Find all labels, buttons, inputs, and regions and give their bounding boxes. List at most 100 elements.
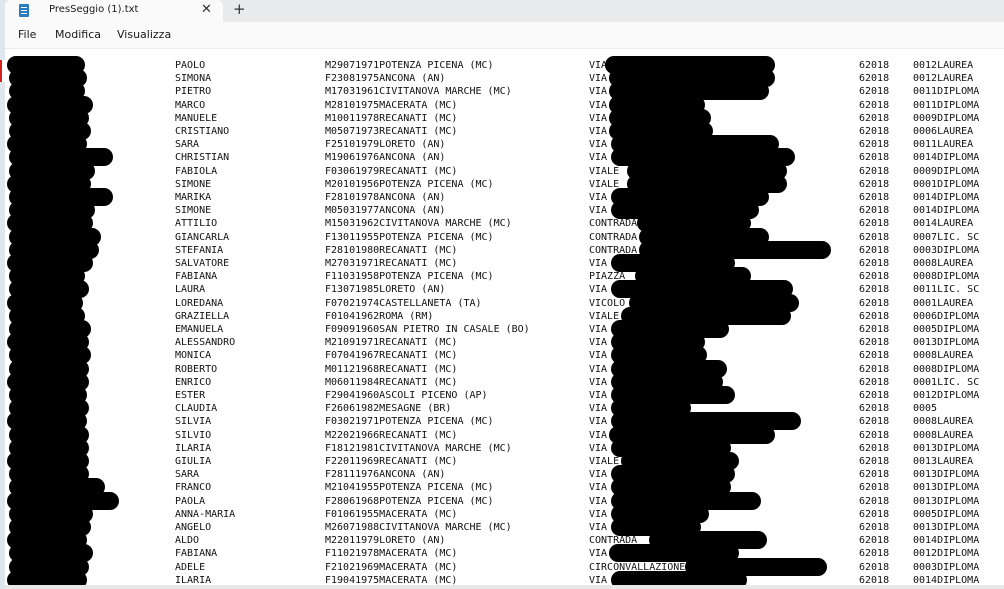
code-birth-cell: M05031977ANCONA (AN) [325, 205, 446, 217]
code-birth-cell: F03021971POTENZA PICENA (MC) [325, 416, 494, 428]
new-tab-icon[interactable]: + [233, 0, 246, 18]
cap-cell: 62018 [859, 456, 890, 467]
code-degree-cell: 0014DIPLOMA [913, 535, 980, 547]
code-birth-cell: F23081975ANCONA (AN) [325, 73, 446, 85]
street-type-cell: VIA [589, 324, 608, 335]
name-cell: LOREDANA [175, 297, 224, 309]
list-item: ALDO M22011979LORETO (AN) CONTRADA 62018 001… [5, 534, 1004, 547]
list-item: FRANCO M21041955POTENZA PICENA (MC) VIA 620… [5, 481, 1004, 494]
menu-visualizza[interactable]: Visualizza [117, 28, 171, 41]
name-cell: ENRICO [175, 376, 212, 388]
list-item: ESTER F29041960ASCOLI PICENO (AP) VIA 62018… [5, 389, 1004, 402]
list-item: SALVATORE M27031971RECANATI (MC) VIA 62018 0… [5, 257, 1004, 270]
code-degree-cell: 0014DIPLOMA [913, 205, 980, 217]
code-birth-cell: M22021966RECANATI (MC) [325, 429, 458, 441]
code-birth-cell: M15031962CIVITANOVA MARCHE (MC) [325, 218, 512, 230]
code-birth-cell: M28101975MACERATA (MC) [325, 99, 458, 111]
street-type-cell: VIA [589, 337, 608, 349]
code-birth-cell: F03061979RECANATI (MC) [325, 165, 458, 177]
list-item: SILVIA F03021971POTENZA PICENA (MC) VIA 620… [5, 415, 1004, 428]
list-item: ADELE F21021969MACERATA (MC) CIRCONVALLAZI… [5, 561, 1004, 574]
code-degree-cell: 0001DIPLOMA [913, 178, 980, 190]
name-cell: CRISTIANO [175, 126, 230, 137]
cap-cell: 62018 [859, 469, 890, 481]
name-cell: MARCO [175, 99, 206, 111]
name-cell: CHRISTIAN [175, 152, 230, 164]
text-editor[interactable]: PAOLO M29071971POTENZA PICENA (MC) VIA 6201… [5, 49, 1004, 589]
list-item: CHRISTIAN M19061976ANCONA (AN) VIA 62018 001… [5, 151, 1004, 164]
list-item: SIMONE M20101956POTENZA PICENA (MC) VIALE 6… [5, 178, 1004, 191]
code-degree-cell: 0013LAUREA [913, 456, 974, 467]
name-cell: STEFANIA [175, 244, 224, 256]
menu-modifica[interactable]: Modifica [55, 28, 101, 41]
code-degree-cell: 0011LAUREA [913, 139, 974, 151]
street-type-cell: VIA [589, 548, 608, 560]
horizontal-scrollbar[interactable] [5, 585, 1004, 589]
code-birth-cell: F13011955POTENZA PICENA (MC) [325, 231, 494, 243]
name-cell: ANGELO [175, 522, 212, 533]
code-birth-cell: F07021974CASTELLANETA (TA) [325, 297, 482, 309]
street-type-cell: VIA [589, 363, 608, 375]
code-birth-cell: F09091960SAN PIETRO IN CASALE (BO) [325, 324, 530, 335]
list-item: ENRICO M06011984RECANATI (MC) VIA 62018 0001… [5, 376, 1004, 389]
cap-cell: 62018 [859, 297, 890, 309]
street-type-cell: VIA [589, 152, 608, 164]
code-degree-cell: 0013DIPLOMA [913, 495, 980, 507]
list-item: MONICA F07041967RECANATI (MC) VIA 62018 0008… [5, 349, 1004, 362]
cap-cell: 62018 [859, 152, 890, 164]
code-birth-cell: M21041955POTENZA PICENA (MC) [325, 482, 494, 494]
code-birth-cell: M26071988CIVITANOVA MARCHE (MC) [325, 522, 512, 533]
name-cell: GIULIA [175, 456, 212, 467]
street-type-cell: VIA [589, 416, 608, 428]
code-birth-cell: M21091971RECANATI (MC) [325, 337, 458, 349]
name-cell: ADELE [175, 561, 206, 573]
code-degree-cell: 0005DIPLOMA [913, 508, 980, 520]
cap-cell: 62018 [859, 178, 890, 190]
street-type-cell: VIA [589, 403, 608, 415]
code-degree-cell: 0003DIPLOMA [913, 244, 980, 256]
cap-cell: 62018 [859, 165, 890, 177]
cap-cell: 62018 [859, 310, 890, 322]
list-item: PIETRO M17031961CIVITANOVA MARCHE (MC) VIA… [5, 85, 1004, 98]
menu-bar: File Modifica Visualizza [5, 22, 1004, 49]
list-item: ANNA-MARIA F01061955MACERATA (MC) VIA 62018… [5, 508, 1004, 521]
name-cell: ROBERTO [175, 363, 218, 375]
code-degree-cell: 0012LAUREA [913, 73, 974, 85]
code-degree-cell: 0007LIC. SC [913, 231, 980, 243]
street-type-cell: VIA [589, 495, 608, 507]
list-item: GIULIA F22011969RECANATI (MC) VIALE 62018 00… [5, 455, 1004, 468]
name-cell: SALVATORE [175, 258, 230, 269]
code-degree-cell: 0006DIPLOMA [913, 310, 980, 322]
menu-file[interactable]: File [18, 28, 36, 41]
street-type-cell: VIA [589, 139, 608, 151]
name-cell: EMANUELA [175, 324, 224, 335]
street-type-cell: VIA [589, 99, 608, 111]
list-item: ROBERTO M01121968RECANATI (MC) VIA 62018 000… [5, 363, 1004, 376]
file-tab[interactable]: PresSeggio (1).txt ✕ [5, 0, 223, 22]
code-birth-cell: F11021978MACERATA (MC) [325, 548, 458, 560]
code-birth-cell: F28101978ANCONA (AN) [325, 192, 446, 203]
cap-cell: 62018 [859, 126, 890, 137]
cap-cell: 62018 [859, 482, 890, 494]
street-type-cell: VIA [589, 112, 608, 124]
street-type-cell: VIA [589, 258, 608, 269]
list-item: EMANUELA F09091960SAN PIETRO IN CASALE (B… [5, 323, 1004, 336]
cap-cell: 62018 [859, 522, 890, 533]
street-type-cell: VIA [589, 192, 608, 203]
street-type-cell: VICOLO [589, 297, 626, 309]
name-cell: FABIOLA [175, 165, 218, 177]
code-birth-cell: F01041962ROMA (RM) [325, 310, 434, 322]
code-birth-cell: M19061976ANCONA (AN) [325, 152, 446, 164]
street-type-cell: CONTRADA [589, 231, 638, 243]
list-item: STEFANIA F28101980RECANATI (MC) CONTRADA 62… [5, 244, 1004, 257]
close-tab-icon[interactable]: ✕ [201, 2, 212, 17]
code-degree-cell: 0013DIPLOMA [913, 482, 980, 494]
code-degree-cell: 0008LAUREA [913, 258, 974, 269]
code-degree-cell: 0011DIPLOMA [913, 99, 980, 111]
code-degree-cell: 0008LAUREA [913, 350, 974, 362]
name-cell: PAOLA [175, 495, 206, 507]
cap-cell: 62018 [859, 442, 890, 454]
street-type-cell: VIA [589, 482, 608, 494]
cap-cell: 62018 [859, 324, 890, 335]
street-type-cell: VIA [589, 350, 608, 362]
